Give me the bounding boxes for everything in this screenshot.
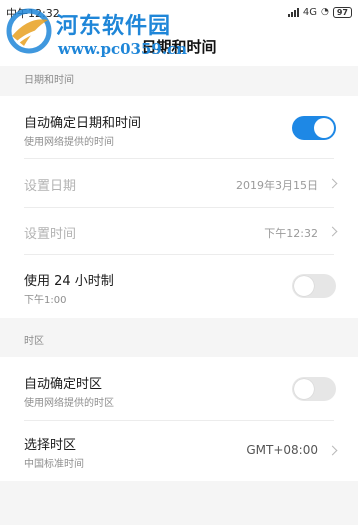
- set-date-row[interactable]: 设置日期 2019年3月15日: [0, 159, 358, 207]
- chevron-right-icon: [327, 178, 338, 189]
- auto-datetime-row[interactable]: 自动确定日期和时间 使用网络提供的时间: [0, 104, 358, 152]
- auto-timezone-title: 自动确定时区: [24, 377, 103, 392]
- set-time-row[interactable]: 设置时间 下午12:32: [0, 208, 358, 256]
- select-timezone-subtitle: 中国标准时间: [24, 459, 84, 470]
- hour24-row[interactable]: 使用 24 小时制 下午1:00: [0, 256, 358, 306]
- divider: [24, 420, 334, 421]
- select-timezone-row[interactable]: 选择时区 中国标准时间 GMT+08:00: [0, 423, 358, 471]
- auto-datetime-toggle[interactable]: [292, 116, 336, 140]
- set-time-title: 设置时间: [24, 227, 77, 242]
- status-icons: 4G ◔ 97: [287, 5, 352, 19]
- status-time: 中午12:32: [6, 7, 60, 20]
- set-date-title: 设置日期: [24, 179, 77, 194]
- datetime-card: 自动确定日期和时间 使用网络提供的时间 设置日期 2019年3月15日 设置时间…: [0, 96, 358, 318]
- section-header-timezone: 时区: [24, 336, 44, 347]
- chevron-right-icon: [327, 226, 338, 237]
- hour24-toggle[interactable]: [292, 274, 336, 298]
- screen: 中午12:32 4G ◔ 97 日期和时间 河东软件园 www.pc0359.c…: [0, 0, 358, 525]
- hour24-title: 使用 24 小时制: [24, 274, 114, 289]
- set-time-value: 下午12:32: [264, 227, 318, 240]
- chevron-right-icon: [327, 445, 338, 456]
- page-title: 日期和时间: [141, 38, 217, 56]
- status-bar: 中午12:32 4G ◔ 97: [0, 0, 358, 24]
- select-timezone-title: 选择时区: [24, 438, 77, 453]
- auto-timezone-toggle[interactable]: [292, 377, 336, 401]
- section-header-datetime: 日期和时间: [24, 75, 74, 86]
- auto-timezone-subtitle: 使用网络提供的时区: [24, 398, 114, 409]
- auto-datetime-subtitle: 使用网络提供的时间: [24, 137, 114, 148]
- battery-icon: 97: [332, 6, 352, 18]
- auto-datetime-title: 自动确定日期和时间: [24, 116, 142, 131]
- network-type: 4G: [302, 6, 317, 18]
- divider: [24, 254, 334, 255]
- wifi-icon: ◔: [321, 7, 329, 17]
- timezone-card: 自动确定时区 使用网络提供的时区 选择时区 中国标准时间 GMT+08:00: [0, 357, 358, 481]
- set-date-value: 2019年3月15日: [236, 179, 318, 192]
- signal-icon: [287, 7, 299, 17]
- hour24-subtitle: 下午1:00: [24, 295, 67, 306]
- select-timezone-value: GMT+08:00: [246, 443, 318, 457]
- auto-timezone-row[interactable]: 自动确定时区 使用网络提供的时区: [0, 363, 358, 411]
- title-bar: 日期和时间: [0, 24, 358, 66]
